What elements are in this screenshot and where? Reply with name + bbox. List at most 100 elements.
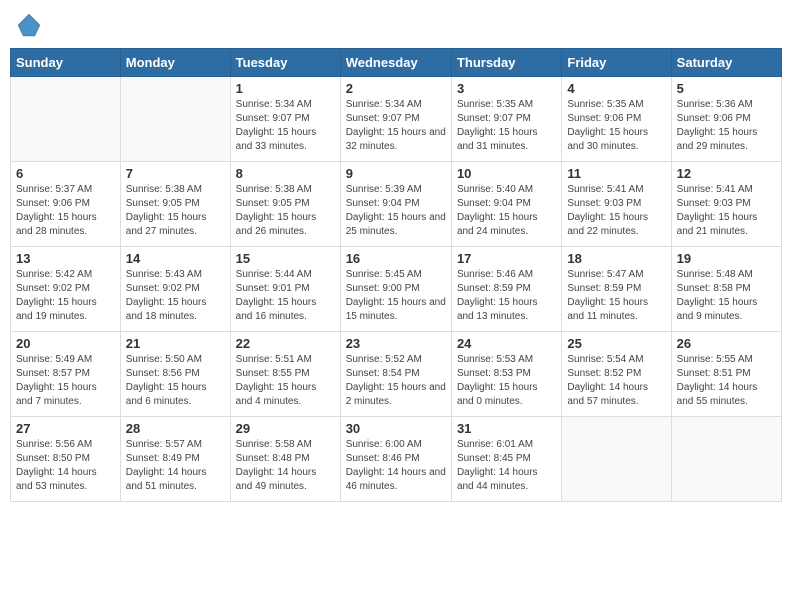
day-info: Sunrise: 5:35 AM Sunset: 9:07 PM Dayligh…	[457, 98, 556, 154]
day-number: 1	[236, 81, 335, 96]
col-header-friday: Friday	[562, 49, 671, 77]
day-info: Sunrise: 5:43 AM Sunset: 9:02 PM Dayligh…	[126, 268, 225, 324]
calendar-cell: 5Sunrise: 5:36 AM Sunset: 9:06 PM Daylig…	[671, 77, 781, 162]
col-header-sunday: Sunday	[11, 49, 121, 77]
calendar-cell: 4Sunrise: 5:35 AM Sunset: 9:06 PM Daylig…	[562, 77, 671, 162]
calendar-cell: 3 Sunrise: 5:35 AM Sunset: 9:07 PM Daylig…	[451, 77, 561, 162]
week-row-4: 20 Sunrise: 5:49 AM Sunset: 8:57 PM Dayli…	[11, 332, 782, 417]
calendar-cell: 10Sunrise: 5:40 AM Sunset: 9:04 PM Dayli…	[451, 162, 561, 247]
day-number: 8	[236, 166, 335, 181]
col-header-thursday: Thursday	[451, 49, 561, 77]
day-number: 19	[677, 251, 776, 266]
day-number: 27	[16, 421, 115, 436]
week-row-5: 27 Sunrise: 5:56 AM Sunset: 8:50 PM Dayli…	[11, 417, 782, 502]
calendar-cell: 15 Sunrise: 5:44 AM Sunset: 9:01 PM Dayli…	[230, 247, 340, 332]
day-number: 12	[677, 166, 776, 181]
day-info: Sunrise: 5:38 AM Sunset: 9:05 PM Dayligh…	[126, 183, 225, 239]
day-number: 29	[236, 421, 335, 436]
day-number: 24	[457, 336, 556, 351]
calendar-cell: 11 Sunrise: 5:41 AM Sunset: 9:03 PM Dayli…	[562, 162, 671, 247]
calendar-cell: 13 Sunrise: 5:42 AM Sunset: 9:02 PM Dayli…	[11, 247, 121, 332]
calendar-cell: 6 Sunrise: 5:37 AM Sunset: 9:06 PM Daylig…	[11, 162, 121, 247]
day-number: 21	[126, 336, 225, 351]
calendar-cell: 30 Sunrise: 6:00 AM Sunset: 8:46 PM Dayli…	[340, 417, 451, 502]
col-header-wednesday: Wednesday	[340, 49, 451, 77]
day-info: Sunrise: 5:42 AM Sunset: 9:02 PM Dayligh…	[16, 268, 115, 324]
calendar-cell	[562, 417, 671, 502]
day-info: Sunrise: 5:54 AM Sunset: 8:52 PM Dayligh…	[567, 353, 665, 409]
col-header-monday: Monday	[120, 49, 230, 77]
calendar-cell: 12 Sunrise: 5:41 AM Sunset: 9:03 PM Dayli…	[671, 162, 781, 247]
day-number: 26	[677, 336, 776, 351]
day-number: 13	[16, 251, 115, 266]
day-number: 31	[457, 421, 556, 436]
day-number: 30	[346, 421, 446, 436]
day-number: 11	[567, 166, 665, 181]
day-number: 20	[16, 336, 115, 351]
day-info: Sunrise: 5:40 AM Sunset: 9:04 PM Dayligh…	[457, 183, 556, 239]
day-number: 22	[236, 336, 335, 351]
calendar-cell	[11, 77, 121, 162]
day-number: 28	[126, 421, 225, 436]
day-number: 25	[567, 336, 665, 351]
day-number: 2	[346, 81, 446, 96]
day-number: 23	[346, 336, 446, 351]
calendar-cell: 18 Sunrise: 5:47 AM Sunset: 8:59 PM Dayli…	[562, 247, 671, 332]
day-info: Sunrise: 5:47 AM Sunset: 8:59 PM Dayligh…	[567, 268, 665, 324]
day-info: Sunrise: 6:01 AM Sunset: 8:45 PM Dayligh…	[457, 438, 556, 494]
calendar-cell: 27 Sunrise: 5:56 AM Sunset: 8:50 PM Dayli…	[11, 417, 121, 502]
calendar-header	[10, 10, 782, 40]
day-number: 5	[677, 81, 776, 96]
calendar-cell: 7 Sunrise: 5:38 AM Sunset: 9:05 PM Daylig…	[120, 162, 230, 247]
day-number: 16	[346, 251, 446, 266]
day-info: Sunrise: 5:41 AM Sunset: 9:03 PM Dayligh…	[567, 183, 665, 239]
logo	[14, 10, 48, 40]
day-info: Sunrise: 5:58 AM Sunset: 8:48 PM Dayligh…	[236, 438, 335, 494]
calendar-cell: 9Sunrise: 5:39 AM Sunset: 9:04 PM Daylig…	[340, 162, 451, 247]
day-info: Sunrise: 5:57 AM Sunset: 8:49 PM Dayligh…	[126, 438, 225, 494]
calendar-cell: 21 Sunrise: 5:50 AM Sunset: 8:56 PM Dayli…	[120, 332, 230, 417]
day-number: 15	[236, 251, 335, 266]
day-info: Sunrise: 5:53 AM Sunset: 8:53 PM Dayligh…	[457, 353, 556, 409]
day-info: Sunrise: 5:48 AM Sunset: 8:58 PM Dayligh…	[677, 268, 776, 324]
day-info: Sunrise: 5:51 AM Sunset: 8:55 PM Dayligh…	[236, 353, 335, 409]
day-info: Sunrise: 5:52 AM Sunset: 8:54 PM Dayligh…	[346, 353, 446, 409]
day-info: Sunrise: 5:37 AM Sunset: 9:06 PM Dayligh…	[16, 183, 115, 239]
day-number: 18	[567, 251, 665, 266]
calendar-cell: 29 Sunrise: 5:58 AM Sunset: 8:48 PM Dayli…	[230, 417, 340, 502]
day-number: 17	[457, 251, 556, 266]
calendar-cell	[120, 77, 230, 162]
day-info: Sunrise: 5:46 AM Sunset: 8:59 PM Dayligh…	[457, 268, 556, 324]
calendar-cell: 31 Sunrise: 6:01 AM Sunset: 8:45 PM Dayli…	[451, 417, 561, 502]
day-number: 3	[457, 81, 556, 96]
day-info: Sunrise: 5:56 AM Sunset: 8:50 PM Dayligh…	[16, 438, 115, 494]
calendar-cell: 16 Sunrise: 5:45 AM Sunset: 9:00 PM Dayli…	[340, 247, 451, 332]
calendar-cell: 2Sunrise: 5:34 AM Sunset: 9:07 PM Daylig…	[340, 77, 451, 162]
day-info: Sunrise: 5:44 AM Sunset: 9:01 PM Dayligh…	[236, 268, 335, 324]
day-number: 7	[126, 166, 225, 181]
calendar-cell: 26 Sunrise: 5:55 AM Sunset: 8:51 PM Dayli…	[671, 332, 781, 417]
week-row-3: 13 Sunrise: 5:42 AM Sunset: 9:02 PM Dayli…	[11, 247, 782, 332]
calendar-cell: 14Sunrise: 5:43 AM Sunset: 9:02 PM Dayli…	[120, 247, 230, 332]
day-info: Sunrise: 5:38 AM Sunset: 9:05 PM Dayligh…	[236, 183, 335, 239]
calendar-cell	[671, 417, 781, 502]
calendar-cell: 22 Sunrise: 5:51 AM Sunset: 8:55 PM Dayli…	[230, 332, 340, 417]
calendar-cell: 25 Sunrise: 5:54 AM Sunset: 8:52 PM Dayli…	[562, 332, 671, 417]
day-info: Sunrise: 5:55 AM Sunset: 8:51 PM Dayligh…	[677, 353, 776, 409]
calendar-cell: 19 Sunrise: 5:48 AM Sunset: 8:58 PM Dayli…	[671, 247, 781, 332]
logo-icon	[14, 10, 44, 40]
calendar-cell: 23 Sunrise: 5:52 AM Sunset: 8:54 PM Dayli…	[340, 332, 451, 417]
calendar-cell: 28 Sunrise: 5:57 AM Sunset: 8:49 PM Dayli…	[120, 417, 230, 502]
day-number: 6	[16, 166, 115, 181]
calendar-header-row: SundayMondayTuesdayWednesdayThursdayFrid…	[11, 49, 782, 77]
week-row-1: 1Sunrise: 5:34 AM Sunset: 9:07 PM Daylig…	[11, 77, 782, 162]
calendar-cell: 20 Sunrise: 5:49 AM Sunset: 8:57 PM Dayli…	[11, 332, 121, 417]
day-info: Sunrise: 5:49 AM Sunset: 8:57 PM Dayligh…	[16, 353, 115, 409]
day-info: Sunrise: 6:00 AM Sunset: 8:46 PM Dayligh…	[346, 438, 446, 494]
calendar-cell: 17 Sunrise: 5:46 AM Sunset: 8:59 PM Dayli…	[451, 247, 561, 332]
day-info: Sunrise: 5:41 AM Sunset: 9:03 PM Dayligh…	[677, 183, 776, 239]
day-info: Sunrise: 5:45 AM Sunset: 9:00 PM Dayligh…	[346, 268, 446, 324]
day-number: 4	[567, 81, 665, 96]
day-info: Sunrise: 5:50 AM Sunset: 8:56 PM Dayligh…	[126, 353, 225, 409]
day-info: Sunrise: 5:39 AM Sunset: 9:04 PM Dayligh…	[346, 183, 446, 239]
